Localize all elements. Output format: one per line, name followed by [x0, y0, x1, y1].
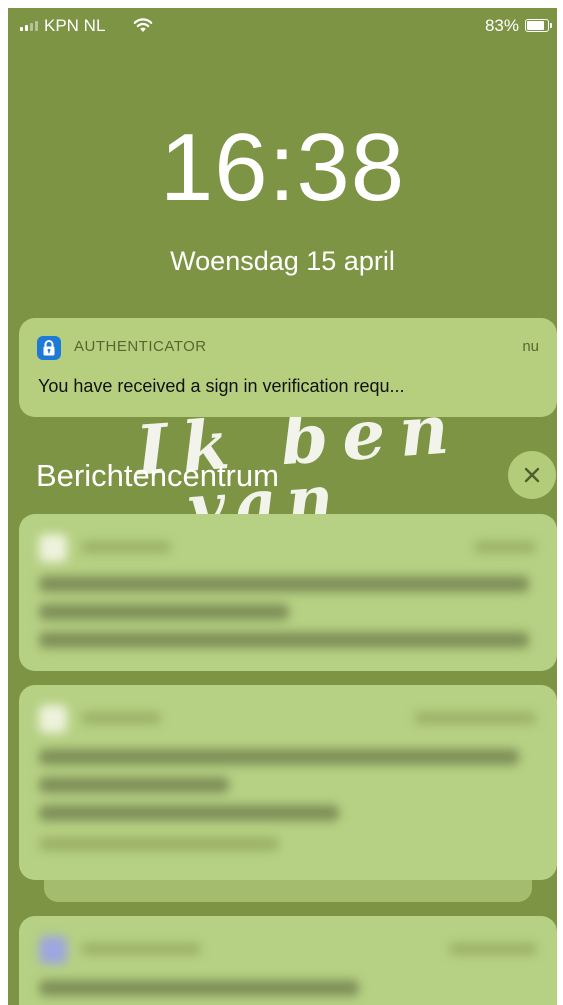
lockscreen-date: Woensdag 15 april — [170, 246, 395, 276]
blurred-notification[interactable] — [19, 514, 557, 671]
signal-strength-icon — [20, 21, 38, 31]
battery-icon — [525, 19, 552, 32]
notification-message: You have received a sign in verification… — [38, 376, 405, 396]
notification-time: nu — [522, 338, 539, 355]
status-bar: KPN NL 83% — [8, 8, 557, 42]
notification-center-title: Berichtencentrum — [36, 458, 279, 493]
blurred-notification[interactable] — [19, 916, 557, 1005]
wifi-icon — [133, 18, 153, 32]
carrier-name: KPN NL — [44, 16, 106, 35]
close-button[interactable] — [508, 451, 556, 499]
blurred-notification[interactable] — [19, 685, 557, 880]
battery-percentage: 83% — [484, 16, 519, 35]
close-icon — [524, 467, 540, 483]
lock-screen: KPN NL 83% 16:38 Woensdag 15 april Ik be… — [8, 8, 557, 1005]
notification-app-name: AUTHENTICATOR — [74, 338, 207, 355]
lockscreen-time: 16:38 — [159, 114, 406, 221]
lock-icon — [37, 336, 61, 360]
authenticator-notification[interactable]: AUTHENTICATOR nu You have received a sig… — [19, 318, 557, 417]
